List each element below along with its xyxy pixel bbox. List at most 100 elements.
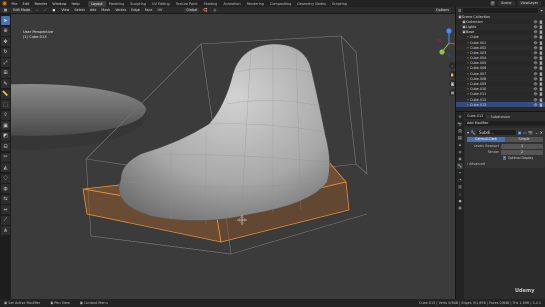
transform-tool-icon[interactable]: ⊞ [1,68,10,78]
outliner-search-input[interactable] [463,8,539,13]
visibility-eye-icon[interactable]: 👁 ◙ [533,51,543,55]
tab-geometry-nodes[interactable]: Geometry Nodes [294,1,329,7]
viewport-toggle-icon[interactable]: ▭ [523,130,527,135]
filter-icon[interactable]: ☰ [458,9,461,13]
tab-compositing[interactable]: Compositing [267,1,294,7]
mode-tab-catmull-clark[interactable]: Catmull-Clark [467,137,505,142]
measure-tool-icon[interactable]: 📏 [1,89,10,99]
tab-animation[interactable]: Animation [220,1,243,7]
collapse-chevron-icon[interactable]: ▾ [467,130,469,135]
outliner-row[interactable]: ▿ Cube 👁 ◙ [456,34,545,40]
constraints-tab-icon[interactable]: ⛓ [457,184,463,190]
rip-tool-icon[interactable]: ⋔ [1,226,10,235]
select-mode-face[interactable]: ◼ [50,8,57,13]
funnel-icon[interactable]: ⏷ [540,9,543,13]
visibility-eye-icon[interactable]: 👁 ◙ [533,66,543,70]
render-levels-field[interactable]: 2 [501,150,543,155]
viewport-menu-uv[interactable]: UV [155,8,164,13]
tool-tab-icon[interactable]: ⚒ [457,114,463,120]
visibility-eye-icon[interactable]: 👁 ◙ [533,103,543,107]
render-tab-icon[interactable]: 📷 [457,121,463,127]
select-box-tool-icon[interactable]: ➤ [1,16,10,25]
tab-sculpting[interactable]: Sculpting [127,1,149,7]
optimal-display-row[interactable]: ✓ Optimal Display [503,156,543,160]
viewport-menu-mesh[interactable]: Mesh [99,8,112,13]
outliner-row[interactable]: ▣ Scene Collection [456,14,545,20]
visibility-eye-icon[interactable]: 👁 ◙ [533,98,543,102]
viewport-menu-add[interactable]: Add [88,8,99,13]
outliner-row[interactable]: ▿ Cube.010 👁 ◙ [456,86,545,92]
3d-viewport[interactable]: User Perspective (1) Cube.013 ⌕ ✋ ◙ ▦ [11,14,455,299]
menu-edit[interactable]: Edit [20,2,32,6]
tab-uv-editing[interactable]: UV Editing [149,1,173,7]
move-tool-icon[interactable]: ✥ [1,37,10,46]
tab-texture-paint[interactable]: Texture Paint [173,1,201,7]
delete-modifier-icon[interactable]: ✕ [540,130,543,135]
visibility-eye-icon[interactable]: 👁 ◙ [533,56,543,60]
select-mode-edge[interactable]: ⟋ [42,8,48,13]
menu-window[interactable]: Window [50,2,69,6]
outliner-row[interactable]: ▿ Cube.012 👁 ◙ [456,97,545,103]
visibility-eye-icon[interactable]: 👁 ◙ [533,77,543,81]
blender-logo-icon[interactable]: ◉ [0,0,9,7]
poly-build-tool-icon[interactable]: ◭ [1,163,10,172]
outliner-row[interactable]: ▿ Cube.009 👁 ◙ [456,81,545,86]
viewport-menu-edge[interactable]: Edge [129,8,142,13]
data-tab-icon[interactable]: △ [457,191,463,197]
annotate-tool-icon[interactable]: ✎ [1,79,10,88]
rotate-tool-icon[interactable]: ↻ [1,47,10,57]
navigation-gizmo[interactable] [434,28,455,58]
visibility-eye-icon[interactable]: 👁 ◙ [533,82,543,86]
visibility-eye-icon[interactable]: 👁 ◙ [533,20,543,24]
visibility-eye-icon[interactable]: 👁 ◙ [533,92,543,96]
proportional-edit-icon[interactable]: ◎ [211,8,218,13]
outliner-row[interactable]: ▿ Cube.007 👁 ◙ [456,71,545,76]
advanced-subpanel[interactable]: › Advanced [467,162,543,166]
viewport-menu-select[interactable]: Select [72,8,86,13]
spin-tool-icon[interactable]: ◌ [1,173,10,183]
visibility-eye-icon[interactable]: 👁 ◙ [533,41,543,45]
viewport-menu-vertex[interactable]: Vertex [113,8,128,13]
physics-tab-icon[interactable]: ◔ [457,177,463,183]
outliner-row[interactable]: ▿ Cube.011 👁 ◙ [456,92,545,97]
loop-cut-tool-icon[interactable]: ⊟ [1,142,10,151]
editor-type-button[interactable]: ▦ [2,7,10,13]
add-cube-tool-icon[interactable]: ⬚ [1,100,10,109]
scene-selector[interactable]: Scene [498,1,515,6]
tab-shading[interactable]: Shading [201,1,221,7]
add-modifier-button[interactable]: Add Modifier [465,121,545,126]
outliner-row[interactable]: ▿ Cube.004 👁 ◙ [456,55,545,61]
editmode-toggle-icon[interactable]: ▣ [518,130,522,135]
outliner-row[interactable]: ▣ Base 👁 ◙ [456,30,545,35]
shrink-fatten-tool-icon[interactable]: ⇔ [1,205,10,214]
visibility-eye-icon[interactable]: 👁 ◙ [533,46,543,50]
visibility-eye-icon[interactable]: 👁 ◙ [533,30,543,34]
menu-render[interactable]: Render [32,2,50,6]
smooth-tool-icon[interactable]: ◍ [1,184,10,193]
visibility-eye-icon[interactable]: 👁 ◙ [533,87,543,91]
outliner-row[interactable]: ▣ Lights 👁 ◙ [456,24,545,30]
cursor-tool-icon[interactable]: ⊕ [1,26,10,36]
tab-rendering[interactable]: Rendering [244,1,267,7]
edge-slide-tool-icon[interactable]: ⇆ [1,194,10,204]
mode-selector[interactable]: Edit Mode [11,7,33,13]
outliner-row[interactable]: ▣ Collection 👁 ◙ [456,19,545,24]
tab-modeling[interactable]: Modeling [106,1,127,7]
outliner-row[interactable]: ▿ Cube.005 👁 ◙ [456,61,545,66]
material-tab-icon[interactable]: ● [457,198,463,204]
shear-tool-icon[interactable]: ⟋ [1,215,10,225]
snap-icon[interactable]: 🧲 [201,8,209,13]
render-toggle-icon[interactable]: 📷 [528,130,533,135]
viewport-menu-face[interactable]: Face [143,8,155,13]
outliner-row[interactable]: ▿ Cube.001 👁 ◙ [456,40,545,45]
menu-help[interactable]: Help [69,2,82,6]
select-mode-vertex[interactable]: ◦ [34,8,40,13]
modifier-tab-icon[interactable]: 🔧 [457,163,463,169]
scale-tool-icon[interactable]: ⤢ [1,58,10,67]
visibility-eye-icon[interactable]: 👁 ◙ [533,35,543,39]
outliner-row[interactable]: ▿ Cube.003 👁 ◙ [456,50,545,55]
tab-layout[interactable]: Layout [88,0,106,7]
object-tab-icon[interactable]: ▣ [457,156,463,162]
output-tab-icon[interactable]: 🖨 [457,128,463,134]
inset-tool-icon[interactable]: ▣ [1,121,10,130]
